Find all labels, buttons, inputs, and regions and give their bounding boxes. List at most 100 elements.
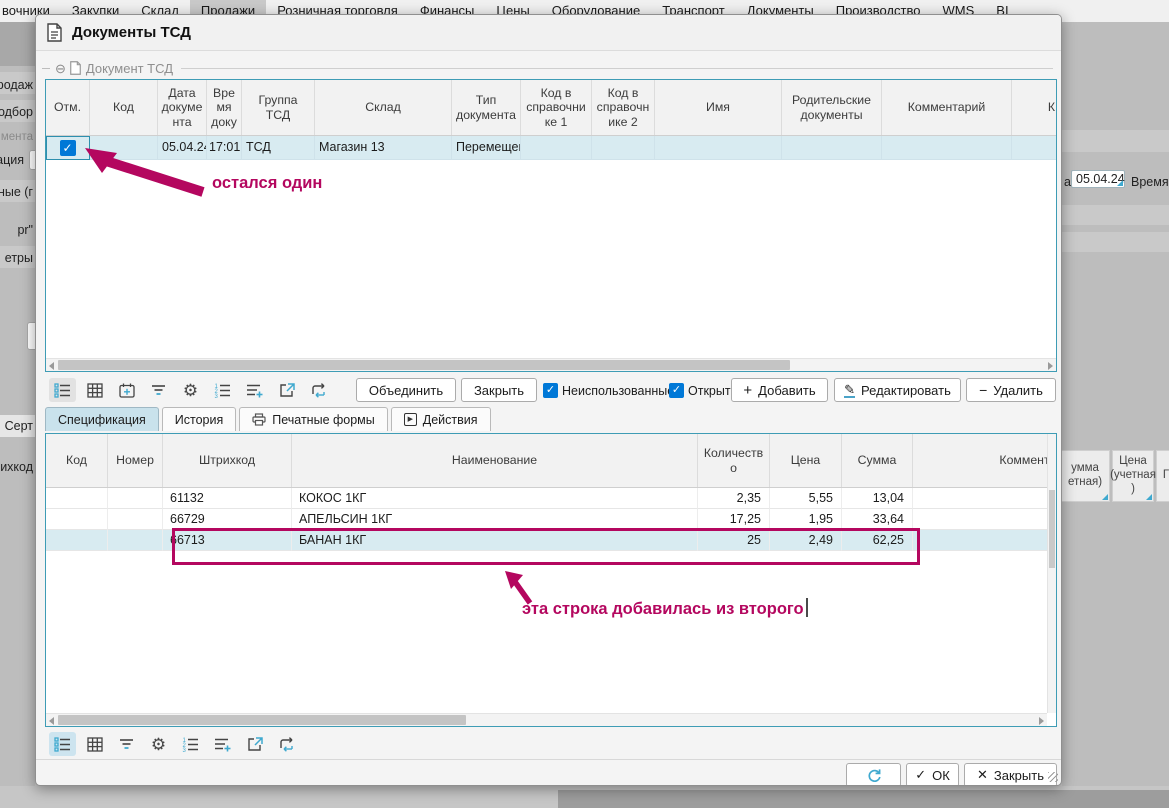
tab-specification[interactable]: Спецификация [45, 407, 159, 431]
grid-view-icon[interactable] [81, 732, 108, 756]
column-header[interactable]: Родительские документы [782, 80, 882, 135]
bg-fragment: pr" [17, 223, 33, 237]
column-header[interactable]: Наименование [292, 434, 698, 487]
open-checkbox[interactable]: ✓ Открыт [669, 383, 731, 398]
column-header[interactable]: Группа ТСД [242, 80, 315, 135]
tab-actions[interactable]: ▶ Действия [391, 407, 491, 431]
checkbox-icon[interactable]: ✓ [543, 383, 558, 398]
svg-text:3: 3 [183, 748, 187, 752]
tab-history[interactable]: История [162, 407, 236, 431]
column-header[interactable]: Номер [108, 434, 163, 487]
scrollbar-thumb[interactable] [1049, 490, 1055, 568]
bg-fragment: ихкод [0, 460, 33, 474]
background-right-panel: а 05.04.24 Время д умма етная) Цена (уче… [1062, 22, 1169, 786]
background-corner [0, 22, 35, 66]
column-header[interactable]: Комментари [913, 434, 1057, 487]
bg-fragment: мента [1, 131, 33, 143]
resize-grip[interactable] [1048, 772, 1058, 782]
cell-barcode: 66713 [163, 530, 292, 551]
add-button[interactable]: +Добавить [731, 378, 828, 402]
open-external-icon[interactable] [273, 378, 300, 402]
bg-fragment: ные (г [0, 185, 33, 199]
scrollbar-thumb[interactable] [58, 360, 790, 370]
column-header[interactable]: Штрихкод [163, 434, 292, 487]
tab-print-forms[interactable]: Печатные формы [239, 407, 388, 431]
unused-checkbox[interactable]: ✓ Неиспользованные [543, 383, 674, 398]
filter-icon[interactable] [113, 732, 140, 756]
checkbox-icon[interactable]: ✓ [669, 383, 684, 398]
column-header[interactable]: Код в справочнике 2 [592, 80, 655, 135]
numbered-list-icon[interactable]: 123 [209, 378, 236, 402]
row-checkbox[interactable]: ✓ [60, 140, 76, 156]
settings-gear-icon[interactable]: ⚙ [145, 732, 172, 756]
bg-table-header: Цена (учетная ) [1112, 450, 1154, 502]
table-row[interactable]: 66729 АПЕЛЬСИН 1КГ 17,25 1,95 33,64 [46, 509, 1047, 530]
table-row[interactable]: 61132 КОКОС 1КГ 2,35 5,55 13,04 [46, 488, 1047, 509]
cell-barcode: 66729 [163, 509, 292, 530]
dialog-close-button[interactable]: ✕Закрыть [964, 763, 1057, 786]
documents-table-header: Отм. Код Дата документа Время доку Групп… [46, 80, 1056, 136]
column-header[interactable]: Время доку [207, 80, 242, 135]
cell-name: АПЕЛЬСИН 1КГ [292, 509, 698, 530]
collapse-icon[interactable]: ⊖ [55, 62, 66, 75]
specification-table: Код Номер Штрихкод Наименование Количест… [45, 433, 1057, 727]
column-header[interactable]: Комментарий [882, 80, 1012, 135]
background-bottom-panel [558, 790, 1169, 808]
play-icon: ▶ [404, 413, 417, 426]
group-caption: ⊖ Документ ТСД [36, 59, 1061, 77]
merge-button[interactable]: Объединить [356, 378, 456, 402]
list-view-icon[interactable] [49, 732, 76, 756]
ok-button[interactable]: ✓ОК [906, 763, 959, 786]
delete-button[interactable]: −Удалить [966, 378, 1056, 402]
refresh-button[interactable] [846, 763, 901, 786]
add-list-icon[interactable] [209, 732, 236, 756]
grid-view-icon[interactable] [81, 378, 108, 402]
cell-price: 1,95 [770, 509, 842, 530]
bg-fragment: одбор [0, 105, 33, 119]
column-header[interactable]: Сумма [842, 434, 913, 487]
column-header[interactable]: К [1012, 80, 1057, 135]
edit-button[interactable]: ✎Редактировать [834, 378, 961, 402]
column-header[interactable]: Отм. [46, 80, 90, 135]
column-header[interactable]: Количество [698, 434, 770, 487]
numbered-list-icon[interactable]: 123 [177, 732, 204, 756]
column-header[interactable]: Код [46, 434, 108, 487]
row-checkbox-cell[interactable]: ✓ [46, 136, 90, 160]
bg-fragment: Время д [1131, 175, 1169, 189]
column-header[interactable]: Цена [770, 434, 842, 487]
bg-fragment: етры [5, 251, 33, 265]
spec-tabs: Спецификация История Печатные формы ▶ Де… [45, 407, 491, 431]
minus-icon: − [979, 382, 987, 398]
bg-table-header: Г [1156, 450, 1169, 502]
column-header[interactable]: Код [90, 80, 158, 135]
column-header[interactable]: Имя [655, 80, 782, 135]
close-documents-button[interactable]: Закрыть [461, 378, 537, 402]
pencil-icon: ✎ [844, 383, 855, 398]
settings-gear-icon[interactable]: ⚙ [177, 378, 204, 402]
document-icon [47, 23, 62, 42]
column-header[interactable]: Склад [315, 80, 452, 135]
open-external-icon[interactable] [241, 732, 268, 756]
horizontal-scrollbar[interactable] [46, 713, 1047, 726]
add-list-icon[interactable] [241, 378, 268, 402]
cell-qty: 2,35 [698, 488, 770, 509]
cell-group: ТСД [242, 136, 315, 160]
bg-date-field: 05.04.24 [1071, 170, 1125, 188]
column-header[interactable]: Дата документа [158, 80, 207, 135]
table-row[interactable]: ✓ 05.04.24 17:01 ТСД Магазин 13 Перемеще… [46, 136, 1056, 160]
dialog-titlebar: Документы ТСД [36, 15, 1061, 51]
table-row-selected[interactable]: 66713 БАНАН 1КГ 25 2,49 62,25 [46, 530, 1047, 551]
list-view-icon[interactable] [49, 378, 76, 402]
column-header[interactable]: Код в справочнике 1 [521, 80, 592, 135]
check-icon: ✓ [915, 767, 926, 783]
repeat-icon[interactable] [305, 378, 332, 402]
repeat-icon[interactable] [273, 732, 300, 756]
spec-table-header: Код Номер Штрихкод Наименование Количест… [46, 434, 1047, 488]
horizontal-scrollbar[interactable] [46, 358, 1056, 371]
filter-icon[interactable] [145, 378, 172, 402]
cell-sum: 62,25 [842, 530, 913, 551]
column-header[interactable]: Тип документа [452, 80, 521, 135]
scrollbar-thumb[interactable] [58, 715, 466, 725]
calendar-icon[interactable] [113, 378, 140, 402]
vertical-scrollbar[interactable] [1047, 434, 1056, 713]
